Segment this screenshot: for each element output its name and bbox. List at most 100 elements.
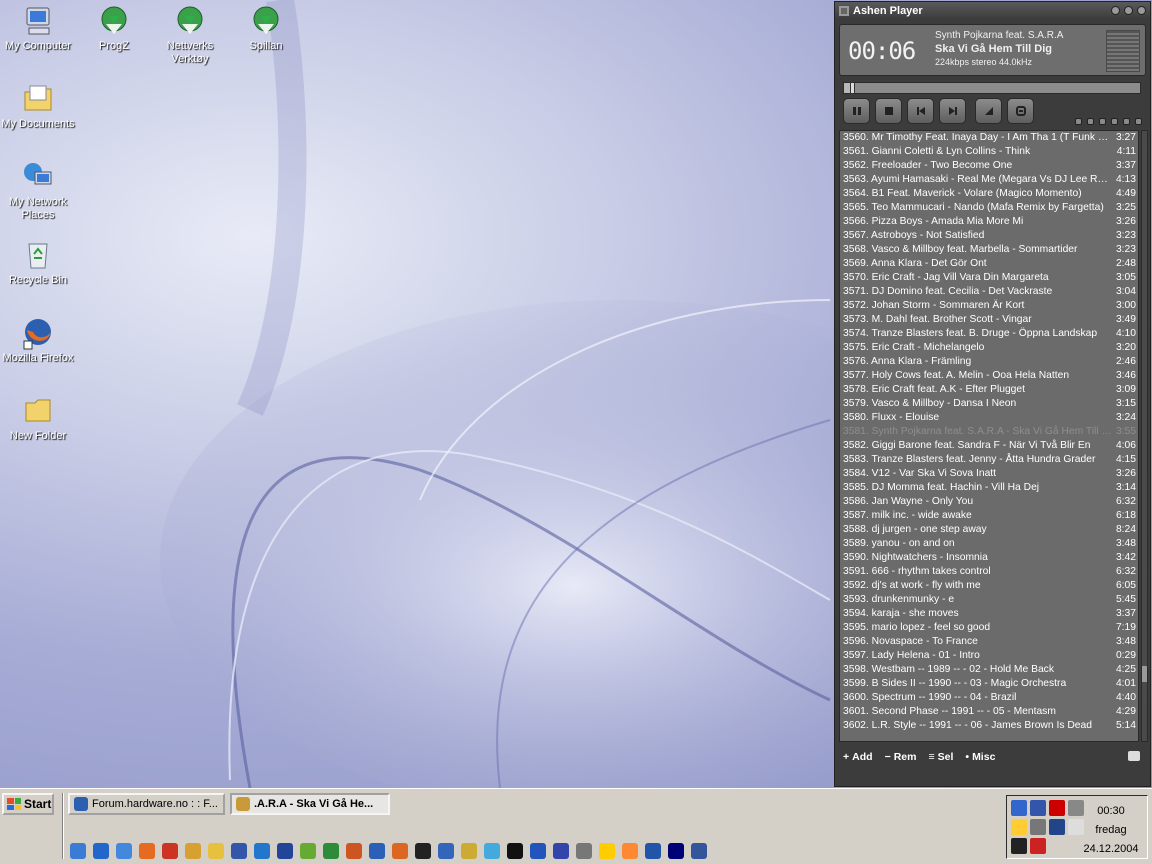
playlist-row[interactable]: 3576. Anna Klara - Främling 2:46 (840, 355, 1138, 369)
tray-icon-5[interactable] (1011, 819, 1027, 835)
playlist-row[interactable]: 3577. Holy Cows feat. A. Melin - Ooa Hel… (840, 369, 1138, 383)
playlist-row[interactable]: 3575. Eric Craft - Michelangelo 3:20 (840, 341, 1138, 355)
playlist[interactable]: 3560. Mr Timothy Feat. Inaya Day - I Am … (839, 130, 1139, 742)
playlist-row[interactable]: 3580. Fluxx - Elouise 3:24 (840, 411, 1138, 425)
playlist-row[interactable]: 3599. B Sides II -- 1990 -- - 03 - Magic… (840, 677, 1138, 691)
playlist-row[interactable]: 3563. Ayumi Hamasaki - Real Me (Megara V… (840, 173, 1138, 187)
desktop-icon-new-folder[interactable]: New Folder (0, 394, 76, 443)
mode-button-3[interactable] (1099, 118, 1106, 125)
playlist-row[interactable]: 3568. Vasco & Millboy feat. Marbella - S… (840, 243, 1138, 257)
quick-launch-icon-1[interactable] (70, 843, 86, 859)
quick-launch-icon-26[interactable] (645, 843, 661, 859)
playlist-row[interactable]: 3590. Nightwatchers - Insomnia 3:42 (840, 551, 1138, 565)
quick-launch-icon-13[interactable] (346, 843, 362, 859)
quick-launch-icon-15[interactable] (392, 843, 408, 859)
quick-launch-icon-9[interactable] (254, 843, 270, 859)
quick-launch-icon-7[interactable] (208, 843, 224, 859)
desktop-icon-spillan[interactable]: Spillan (228, 4, 304, 53)
playlist-row[interactable]: 3593. drunkenmunky - e 5:45 (840, 593, 1138, 607)
volume-button[interactable] (975, 98, 1002, 124)
playlist-row[interactable]: 3562. Freeloader - Two Become One 3:37 (840, 159, 1138, 173)
playlist-row[interactable]: 3583. Tranze Blasters feat. Jenny - Åtta… (840, 453, 1138, 467)
next-button[interactable] (939, 98, 966, 124)
quick-launch-icon-23[interactable] (576, 843, 592, 859)
tray-icon-7[interactable] (1049, 819, 1065, 835)
playlist-row-current[interactable]: 3581. Synth Pojkarna feat. S.A.R.A - Ska… (840, 425, 1138, 439)
playlist-row[interactable]: 3588. dj jurgen - one step away 8:24 (840, 523, 1138, 537)
close-button[interactable] (1137, 6, 1146, 15)
desktop-icon-recycle-bin[interactable]: Recycle Bin (0, 238, 76, 287)
quick-launch-icon-28[interactable] (691, 843, 707, 859)
options-button[interactable] (1007, 98, 1034, 124)
playlist-scroll-thumb[interactable] (1142, 665, 1147, 682)
playlist-row[interactable]: 3570. Eric Craft - Jag Vill Vara Din Mar… (840, 271, 1138, 285)
quick-launch-icon-25[interactable] (622, 843, 638, 859)
playlist-row[interactable]: 3594. karaja - she moves 3:37 (840, 607, 1138, 621)
playlist-row[interactable]: 3569. Anna Klara - Det Gör Ont 2:48 (840, 257, 1138, 271)
open-folder-icon[interactable] (1128, 751, 1140, 761)
tray-icon-6[interactable] (1030, 819, 1046, 835)
quick-launch-icon-8[interactable] (231, 843, 247, 859)
select-button[interactable]: ≡ Sel (928, 751, 953, 763)
desktop-icon-my-computer[interactable]: My Computer (0, 4, 76, 53)
quick-launch-icon-3[interactable] (116, 843, 132, 859)
mode-button-6[interactable] (1135, 118, 1142, 125)
playlist-row[interactable]: 3596. Novaspace - To France 3:48 (840, 635, 1138, 649)
quick-launch-icon-17[interactable] (438, 843, 454, 859)
playlist-row[interactable]: 3585. DJ Momma feat. Hachin - Vill Ha De… (840, 481, 1138, 495)
seek-handle[interactable] (849, 82, 855, 94)
quick-launch-icon-27[interactable] (668, 843, 684, 859)
minimize-button[interactable] (1111, 6, 1120, 15)
quick-launch-icon-19[interactable] (484, 843, 500, 859)
playlist-row[interactable]: 3564. B1 Feat. Maverick - Volare (Magico… (840, 187, 1138, 201)
quick-launch-icon-16[interactable] (415, 843, 431, 859)
mode-button-5[interactable] (1123, 118, 1130, 125)
task-button-ashen-player[interactable]: .A.R.A - Ska Vi Gå He... (230, 793, 390, 815)
playlist-row[interactable]: 3589. yanou - on and on 3:48 (840, 537, 1138, 551)
visualizer[interactable] (1106, 30, 1140, 72)
shade-button[interactable] (1124, 6, 1133, 15)
playlist-row[interactable]: 3595. mario lopez - feel so good 7:19 (840, 621, 1138, 635)
playlist-row[interactable]: 3601. Second Phase -- 1991 -- - 05 - Men… (840, 705, 1138, 719)
quick-launch-icon-12[interactable] (323, 843, 339, 859)
stop-button[interactable] (875, 98, 902, 124)
playlist-row[interactable]: 3573. M. Dahl feat. Brother Scott - Ving… (840, 313, 1138, 327)
task-button-firefox[interactable]: Forum.hardware.no : : F... (68, 793, 225, 815)
playlist-row[interactable]: 3578. Eric Craft feat. A.K - Efter Plugg… (840, 383, 1138, 397)
desktop-icon-my-network-places[interactable]: My Network Places (0, 160, 76, 222)
player-titlebar[interactable]: Ashen Player (835, 2, 1150, 20)
playlist-row[interactable]: 3560. Mr Timothy Feat. Inaya Day - I Am … (840, 131, 1138, 145)
quick-launch-icon-2[interactable] (93, 843, 109, 859)
playlist-row[interactable]: 3572. Johan Storm - Sommaren Är Kort 3:00 (840, 299, 1138, 313)
playlist-row[interactable]: 3566. Pizza Boys - Amada Mia More Mi 3:26 (840, 215, 1138, 229)
playlist-row[interactable]: 3592. dj's at work - fly with me 6:05 (840, 579, 1138, 593)
playlist-row[interactable]: 3567. Astroboys - Not Satisfied 3:23 (840, 229, 1138, 243)
quick-launch-icon-5[interactable] (162, 843, 178, 859)
playlist-row[interactable]: 3574. Tranze Blasters feat. B. Druge - Ö… (840, 327, 1138, 341)
remove-button[interactable]: − Rem (885, 751, 917, 763)
quick-launch-icon-24[interactable] (599, 843, 615, 859)
tray-icon-3[interactable] (1049, 800, 1065, 816)
quick-launch-icon-21[interactable] (530, 843, 546, 859)
previous-button[interactable] (907, 98, 934, 124)
quick-launch-icon-6[interactable] (185, 843, 201, 859)
tray-icon-1[interactable] (1011, 800, 1027, 816)
app-menu-icon[interactable] (839, 6, 849, 16)
playlist-row[interactable]: 3579. Vasco & Millboy - Dansa I Neon 3:15 (840, 397, 1138, 411)
mode-button-4[interactable] (1111, 118, 1118, 125)
mode-button-2[interactable] (1087, 118, 1094, 125)
playlist-row[interactable]: 3561. Gianni Coletti & Lyn Collins - Thi… (840, 145, 1138, 159)
playlist-row[interactable]: 3565. Teo Mammucari - Nando (Mafa Remix … (840, 201, 1138, 215)
playlist-row[interactable]: 3584. V12 - Var Ska Vi Sova Inatt 3:26 (840, 467, 1138, 481)
playlist-row[interactable]: 3586. Jan Wayne - Only You 6:32 (840, 495, 1138, 509)
start-button[interactable]: Start (2, 793, 54, 815)
playlist-row[interactable]: 3591. 666 - rhythm takes control 6:32 (840, 565, 1138, 579)
tray-icon-2[interactable] (1030, 800, 1046, 816)
quick-launch-icon-4[interactable] (139, 843, 155, 859)
desktop-icon-mozilla-firefox[interactable]: Mozilla Firefox (0, 316, 76, 365)
pause-button[interactable] (843, 98, 870, 124)
quick-launch-icon-14[interactable] (369, 843, 385, 859)
playlist-row[interactable]: 3598. Westbam -- 1989 -- - 02 - Hold Me … (840, 663, 1138, 677)
quick-launch-icon-22[interactable] (553, 843, 569, 859)
tray-icon-9[interactable] (1011, 838, 1027, 854)
